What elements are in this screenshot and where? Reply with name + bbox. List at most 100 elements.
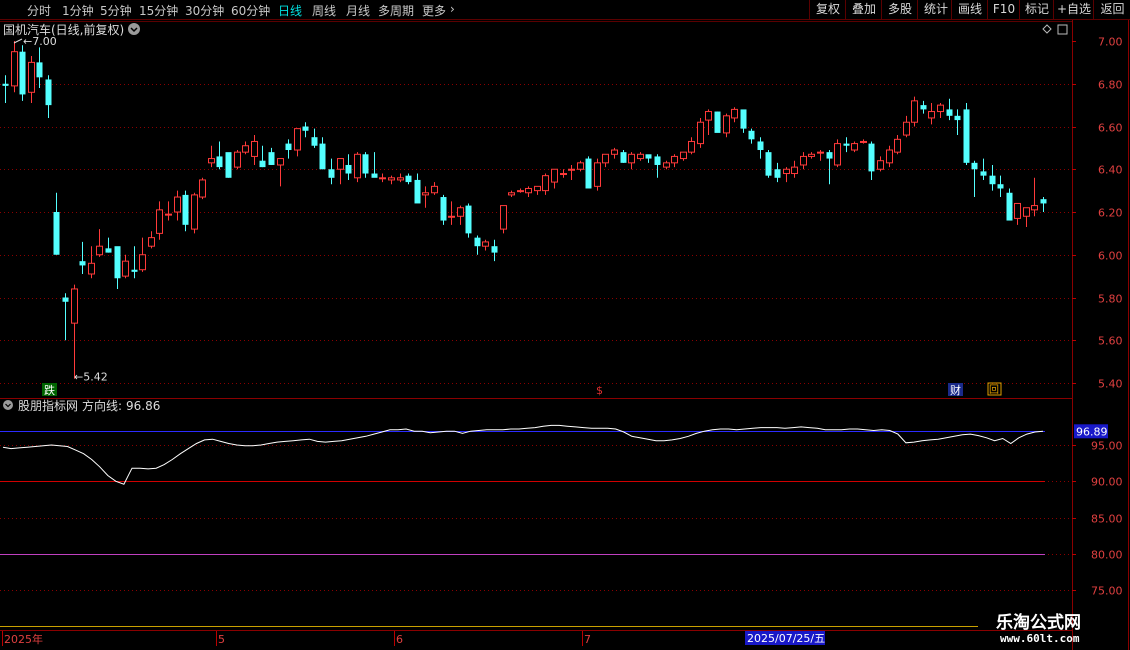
candle-body — [2, 83, 9, 86]
candle-body — [379, 177, 386, 180]
y-tick-label: 6.80 — [1098, 79, 1123, 92]
candle-body — [285, 143, 292, 151]
candle-body — [397, 177, 404, 181]
candle-body — [328, 169, 335, 178]
watermark-url: www.60lt.com — [1000, 632, 1080, 645]
candle-body — [791, 166, 798, 175]
candle-body — [654, 156, 661, 165]
candle-body — [757, 141, 764, 151]
candle-body — [868, 143, 875, 172]
candle-body — [928, 111, 935, 119]
candle-body — [525, 187, 532, 194]
candle-body — [637, 153, 644, 160]
y-tick-label: 85.00 — [1091, 513, 1123, 526]
candle-body — [517, 190, 524, 193]
candle-body — [114, 246, 121, 279]
candle-body — [165, 213, 172, 216]
low-label: ←5.42 — [74, 371, 108, 384]
candle-body — [611, 149, 618, 155]
candle-body — [405, 175, 412, 183]
candle-body — [448, 215, 455, 218]
candle-body — [740, 109, 747, 129]
candle-body — [62, 297, 69, 302]
candle-body — [860, 140, 867, 143]
candle-body — [294, 128, 301, 151]
x-tick-label: 5 — [218, 633, 225, 646]
candle-body — [19, 51, 26, 95]
candle-body — [705, 111, 712, 121]
y-tick-label: 75.00 — [1091, 585, 1123, 598]
candle-body — [191, 194, 198, 230]
candle-body — [36, 62, 43, 78]
x-tick-label: 6 — [396, 633, 403, 646]
candle-body — [491, 246, 498, 253]
dollar-marker: $ — [596, 384, 603, 397]
candle-body — [568, 168, 575, 171]
y-tick-label: 7.00 — [1098, 36, 1123, 49]
candle-body — [577, 162, 584, 170]
candle-body — [45, 79, 52, 106]
y-tick-label: 90.00 — [1091, 476, 1123, 489]
die-marker-label: 跌 — [44, 383, 55, 397]
candle-body — [774, 169, 781, 178]
y-tick-label: 80.00 — [1091, 549, 1123, 562]
candle-body — [688, 140, 695, 153]
candle-body — [723, 115, 730, 134]
indicator-series-label: 方向线: — [82, 398, 122, 413]
candle-body — [680, 151, 687, 160]
candle-body — [620, 152, 627, 163]
candle-body — [843, 143, 850, 146]
indicator-title: 股朋指标网 — [18, 398, 78, 413]
y-tick-label: 6.60 — [1098, 122, 1123, 135]
candle-body — [903, 121, 910, 136]
candle-body — [225, 152, 232, 178]
candle-body — [88, 262, 95, 275]
candle-body — [259, 160, 266, 168]
x-tick-label: 7 — [584, 633, 591, 646]
candle-body — [602, 153, 609, 164]
candle-body — [311, 137, 318, 146]
candle-body — [122, 260, 129, 277]
candle-body — [465, 205, 472, 234]
y-tick-label: 6.40 — [1098, 164, 1123, 177]
candle-body — [594, 162, 601, 187]
candle-body — [277, 158, 284, 166]
candle-body — [337, 158, 344, 170]
candle-body — [234, 151, 241, 168]
candle-body — [371, 173, 378, 178]
candle-body — [920, 105, 927, 110]
candle-body — [980, 171, 987, 176]
candle-body — [242, 145, 249, 153]
candle-body — [911, 100, 918, 123]
direction-line — [2, 424, 1044, 485]
candle-body — [354, 153, 361, 179]
watermark-name: 乐淘公式网 — [996, 613, 1081, 633]
last-value-tag-label: 96.89 — [1076, 425, 1108, 438]
candle-body — [1014, 202, 1021, 219]
candle-body — [174, 196, 181, 213]
candle-body — [585, 158, 592, 189]
chevron-down-icon — [3, 400, 13, 410]
candle-body — [645, 154, 652, 159]
candle-body — [208, 158, 215, 164]
candle-body — [971, 162, 978, 170]
candle-body — [542, 175, 549, 192]
y-tick-label: 6.00 — [1098, 250, 1123, 263]
candle-body — [388, 177, 395, 181]
candle-body — [148, 237, 155, 247]
candle-body — [731, 108, 738, 119]
candle-body — [714, 111, 721, 133]
candle-body — [560, 173, 567, 176]
candle-body — [765, 152, 772, 176]
candle-body — [783, 168, 790, 175]
box-marker-label: 回 — [989, 384, 999, 396]
indicator-current-value: 96.86 — [126, 399, 160, 413]
candle-body — [345, 164, 352, 174]
main-chart-title: 国机汽车(日线,前复权) — [3, 22, 124, 37]
diamond-icon — [1042, 24, 1052, 34]
candle-body — [139, 254, 146, 271]
candle-body — [826, 152, 833, 159]
candle-body — [894, 138, 901, 153]
candle-body — [71, 288, 78, 324]
candle-body — [199, 179, 206, 198]
